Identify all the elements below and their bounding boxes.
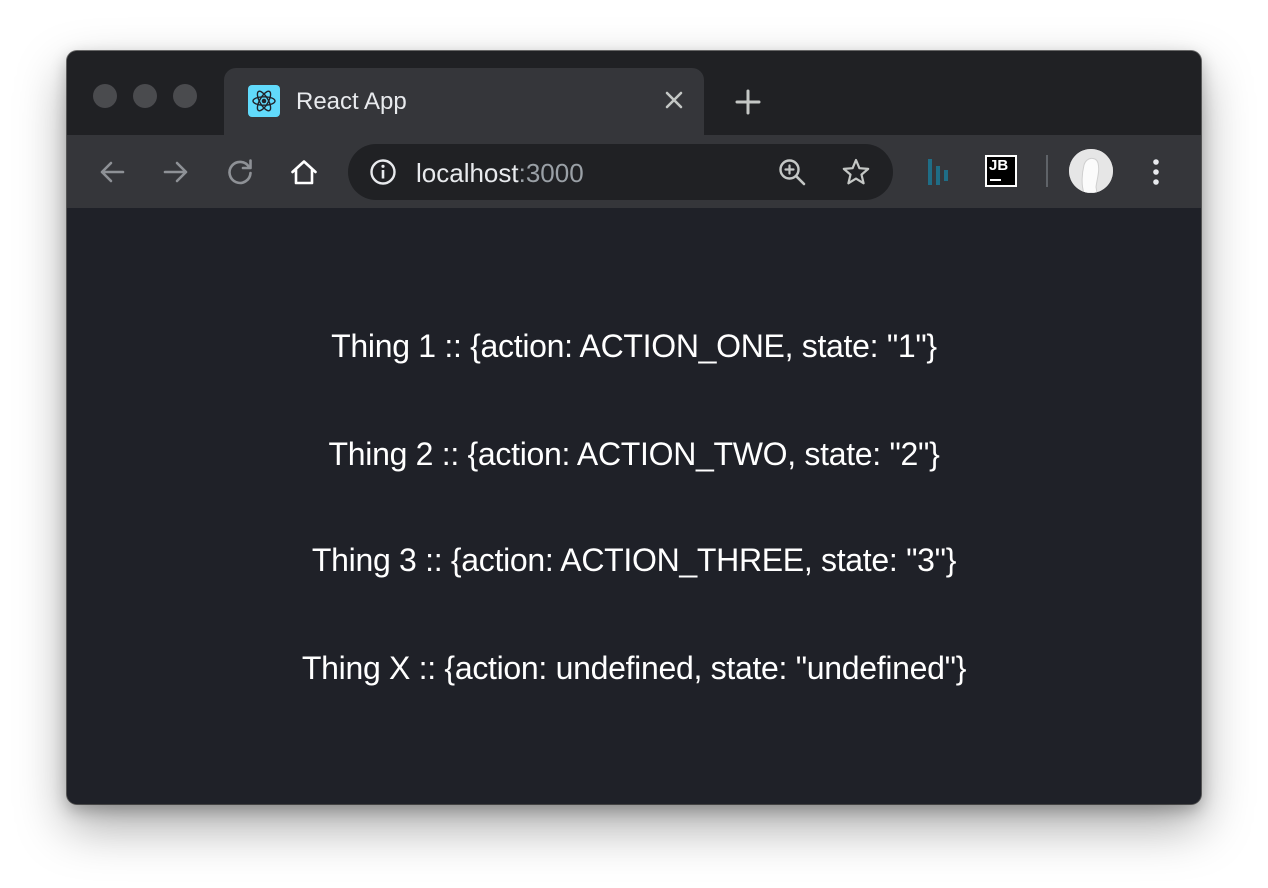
- plus-icon: [735, 89, 761, 115]
- close-window-button[interactable]: [93, 84, 117, 108]
- reload-button[interactable]: [223, 155, 257, 189]
- profile-avatar[interactable]: [1069, 149, 1113, 193]
- toolbar-divider: [1046, 155, 1048, 187]
- title-bar: React App: [67, 51, 1201, 135]
- url-text[interactable]: localhost:3000: [416, 158, 584, 189]
- zoom-in-icon: [779, 159, 806, 186]
- forward-button[interactable]: [159, 155, 193, 189]
- reload-icon: [228, 159, 252, 185]
- thing-1-line: Thing 1 :: {action: ACTION_ONE, state: "…: [331, 328, 937, 364]
- arrow-right-icon: [163, 161, 188, 183]
- jetbrains-extension-button[interactable]: JB: [985, 155, 1017, 187]
- jetbrains-extension-icon: JB: [987, 157, 1015, 185]
- page-content: Thing 1 :: {action: ACTION_ONE, state: "…: [67, 208, 1201, 804]
- info-icon: [370, 159, 396, 185]
- home-icon: [291, 160, 317, 185]
- extension-stack-button[interactable]: [921, 155, 955, 189]
- avatar-icon: [1069, 149, 1113, 193]
- browser-toolbar: localhost:3000 JB: [67, 135, 1201, 208]
- thing-2-line: Thing 2 :: {action: ACTION_TWO, state: "…: [328, 436, 940, 472]
- thing-x-line: Thing X :: {action: undefined, state: "u…: [301, 650, 967, 686]
- thing-3-line: Thing 3 :: {action: ACTION_THREE, state:…: [311, 542, 957, 578]
- url-host: localhost: [416, 158, 519, 188]
- back-button[interactable]: [95, 155, 129, 189]
- kebab-menu-icon: [1153, 159, 1159, 185]
- jetbrains-label: JB: [989, 157, 1009, 174]
- url-port: :3000: [518, 158, 584, 188]
- tab-title: React App: [296, 88, 407, 115]
- address-bar[interactable]: localhost:3000: [348, 144, 893, 200]
- react-logo-icon: [248, 85, 280, 117]
- browser-window: React App localhost:3000 JB Thing 1:: {…: [67, 51, 1201, 804]
- minimize-window-button[interactable]: [133, 84, 157, 108]
- browser-menu-button[interactable]: [1139, 155, 1173, 189]
- zoom-button[interactable]: [776, 156, 808, 188]
- site-info-button[interactable]: [368, 157, 398, 187]
- new-tab-button[interactable]: [735, 89, 761, 115]
- maximize-window-button[interactable]: [173, 84, 197, 108]
- arrow-left-icon: [100, 161, 125, 183]
- close-icon: [665, 91, 683, 109]
- bookmark-button[interactable]: [840, 156, 872, 188]
- tab-react-app[interactable]: React App: [224, 68, 704, 135]
- home-button[interactable]: [287, 155, 321, 189]
- stack-extension-icon: [928, 159, 948, 185]
- star-icon: [842, 158, 870, 185]
- tab-close-button[interactable]: [662, 88, 686, 112]
